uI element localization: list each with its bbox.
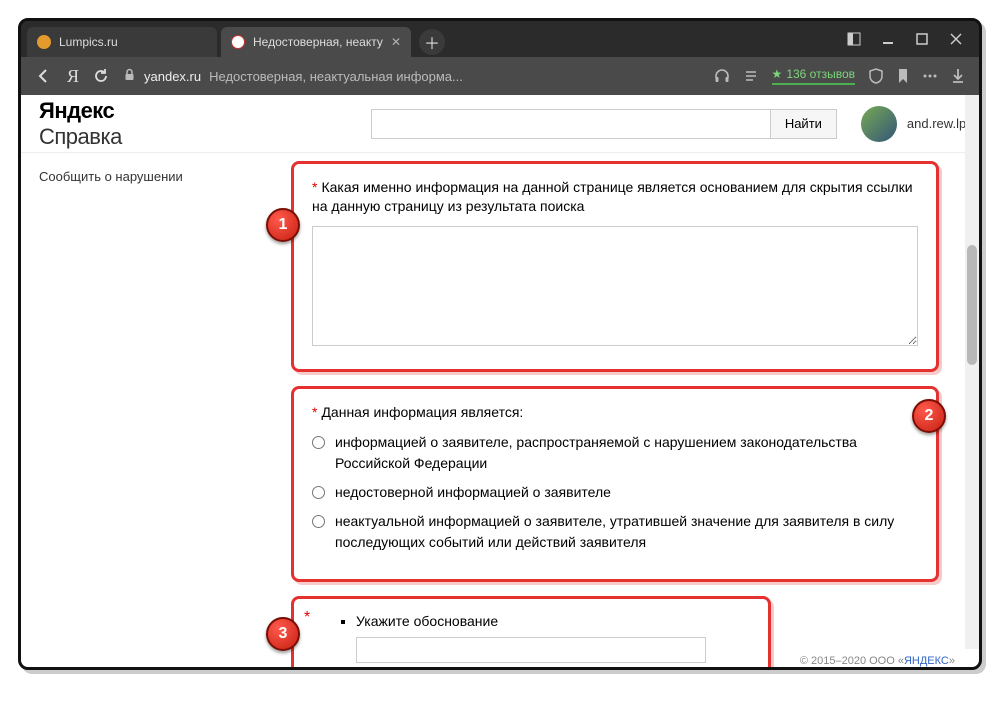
logo-bold: Яндекс <box>39 98 114 123</box>
shield-icon[interactable] <box>869 68 883 84</box>
minimize-icon[interactable] <box>881 32 895 49</box>
address-bar[interactable]: yandex.ru Недостоверная, неактуальная ин… <box>123 68 463 84</box>
tab-title: Lumpics.ru <box>59 35 118 49</box>
logo-light: Справка <box>39 124 122 149</box>
question-1-textarea[interactable] <box>312 226 918 346</box>
favicon-icon <box>37 35 51 49</box>
search-input[interactable] <box>371 109 771 139</box>
radio-option-3[interactable]: неактуальной информацией о заявителе, ут… <box>312 511 918 553</box>
footer-link[interactable]: ЯНДЕКС <box>904 655 949 667</box>
annotation-block-1: 1 *Какая именно информация на данной стр… <box>291 161 939 372</box>
annotation-badge-2: 2 <box>912 399 946 433</box>
browser-window: Lumpics.ru Недостоверная, неакту ✕ ＋ <box>21 21 979 667</box>
yandex-logo[interactable]: Яндекс Справка <box>39 98 122 150</box>
reviews-badge[interactable]: ★ 136 отзывов <box>772 67 855 85</box>
site-search: Найти <box>371 109 837 139</box>
radio-label-1: информацией о заявителе, распространяемо… <box>335 432 918 474</box>
annotation-badge-3: 3 <box>266 617 300 651</box>
radio-label-2: недостоверной информацией о заявителе <box>335 482 611 503</box>
lock-icon <box>123 68 136 84</box>
address-title: Недостоверная, неактуальная информа... <box>209 69 463 84</box>
footer-copyright: © 2015–2020 ООО « <box>800 655 904 667</box>
footer-tail: » <box>949 655 955 667</box>
required-marker: * <box>304 609 310 627</box>
screenshot-frame: Lumpics.ru Недостоверная, неакту ✕ ＋ <box>18 18 982 670</box>
footer: © 2015–2020 ООО «ЯНДЕКС» <box>800 655 955 667</box>
address-domain: yandex.ru <box>144 69 201 84</box>
window-controls <box>831 32 979 57</box>
page: Яндекс Справка Найти and.rew.lptw Сообщи… <box>21 95 979 667</box>
page-body: Сообщить о нарушении 1 *Какая именно инф… <box>21 153 979 667</box>
yandex-home-icon[interactable]: Я <box>67 66 79 87</box>
tabstrip: Lumpics.ru Недостоверная, неакту ✕ ＋ <box>21 21 979 57</box>
annotation-badge-1: 1 <box>266 208 300 242</box>
reader-icon[interactable] <box>744 69 758 83</box>
reviews-count: 136 отзывов <box>786 67 855 81</box>
question-2-label: *Данная информация является: <box>312 403 918 422</box>
menu-icon[interactable] <box>923 68 937 84</box>
radio-input-3[interactable] <box>312 515 325 528</box>
yandex-header: Яндекс Справка Найти and.rew.lptw <box>21 95 979 153</box>
favicon-icon <box>231 35 245 49</box>
sidebar: Сообщить о нарушении <box>21 153 291 667</box>
required-marker: * <box>312 179 317 195</box>
close-icon[interactable]: ✕ <box>391 35 401 49</box>
required-marker: * <box>312 404 317 420</box>
search-button[interactable]: Найти <box>771 109 837 139</box>
maximize-icon[interactable] <box>915 32 929 49</box>
question-3-input[interactable] <box>356 637 706 663</box>
new-tab-button[interactable]: ＋ <box>419 29 445 55</box>
radio-option-2[interactable]: недостоверной информацией о заявителе <box>312 482 918 503</box>
reload-icon[interactable] <box>93 68 109 84</box>
question-3-label: Укажите обоснование <box>356 613 750 629</box>
close-window-icon[interactable] <box>949 32 963 49</box>
tab-yandex-active[interactable]: Недостоверная, неакту ✕ <box>221 27 411 57</box>
radio-input-2[interactable] <box>312 486 325 499</box>
tab-lumpics[interactable]: Lumpics.ru <box>27 27 217 57</box>
tab-title: Недостоверная, неакту <box>253 35 383 49</box>
radio-input-1[interactable] <box>312 436 325 449</box>
annotation-block-3: 3 * Укажите обоснование <box>291 596 771 667</box>
bookmark-icon[interactable] <box>897 68 909 84</box>
headphones-icon[interactable] <box>714 68 730 84</box>
sidebar-item-report[interactable]: Сообщить о нарушении <box>39 169 273 184</box>
annotation-block-2: 2 *Данная информация является: информаци… <box>291 386 939 582</box>
radio-label-3: неактуальной информацией о заявителе, ут… <box>335 511 918 553</box>
back-icon[interactable] <box>35 67 53 85</box>
sidebar-toggle-icon[interactable] <box>847 32 861 49</box>
user-menu[interactable]: and.rew.lptw <box>861 106 979 142</box>
avatar <box>861 106 897 142</box>
form-area: 1 *Какая именно информация на данной стр… <box>291 153 979 667</box>
question-1-label: *Какая именно информация на данной стран… <box>312 178 918 216</box>
toolbar: Я yandex.ru Недостоверная, неактуальная … <box>21 57 979 95</box>
downloads-icon[interactable] <box>951 68 965 84</box>
radio-option-1[interactable]: информацией о заявителе, распространяемо… <box>312 432 918 474</box>
